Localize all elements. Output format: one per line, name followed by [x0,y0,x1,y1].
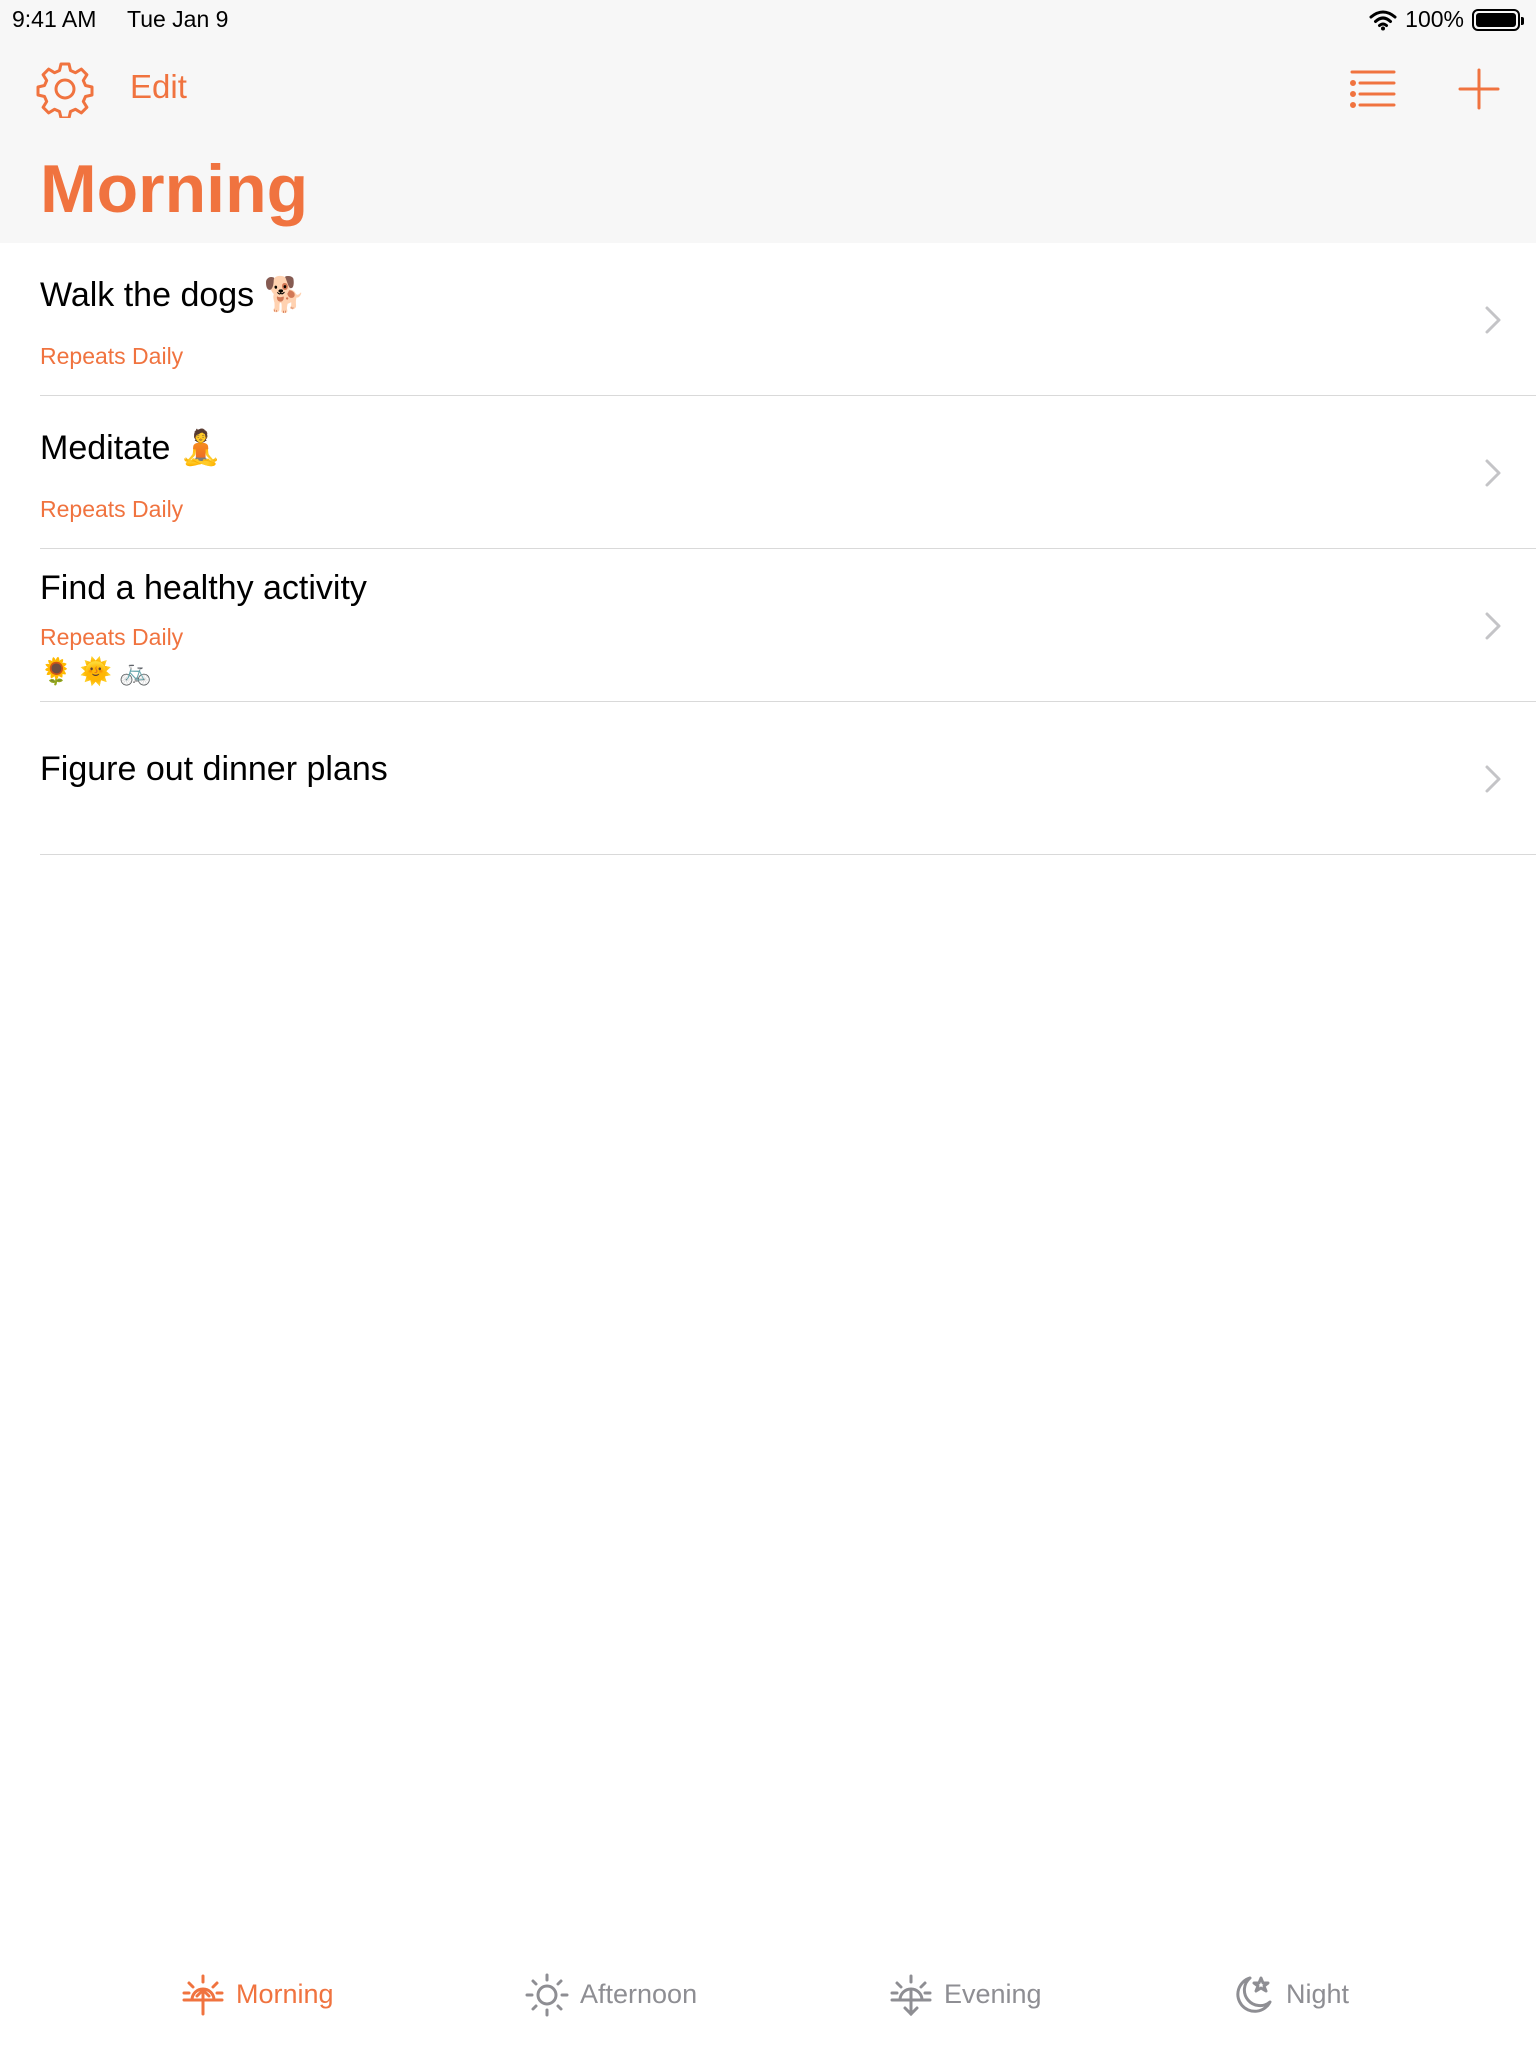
list-item[interactable]: Walk the dogs 🐕 Repeats Daily [40,243,1536,396]
moon-star-icon [1236,1976,1272,2013]
tab-bar: Morning Afternoon Evening Night [0,1948,1536,2048]
list-icon[interactable] [1348,66,1398,112]
tab-afternoon[interactable]: Afternoon [524,1948,697,2048]
plus-icon[interactable] [1454,64,1504,114]
tab-morning[interactable]: Morning [180,1948,334,2048]
tab-label: Afternoon [580,1979,698,2009]
battery-icon [1472,8,1524,31]
edit-button[interactable]: Edit [130,68,187,106]
task-title: Figure out dinner plans [40,750,388,788]
page-title: Morning [40,151,309,227]
status-date: Tue Jan 9 [127,6,229,32]
list-item[interactable]: Meditate 🧘 Repeats Daily [40,396,1536,549]
list-item[interactable]: Find a healthy activity Repeats Daily 🌻 … [40,549,1536,702]
gear-icon[interactable] [36,60,94,118]
sunset-icon [890,1974,932,2017]
chevron-right-icon [1485,612,1501,640]
header-area: 9:41 AM Tue Jan 9 100% Edit Morning [0,0,1536,243]
chevron-right-icon [1485,459,1501,487]
list-item[interactable]: Figure out dinner plans [40,702,1536,855]
status-time: 9:41 AM [12,6,97,32]
sunrise-icon [182,1974,224,2016]
tab-night[interactable]: Night [1230,1948,1349,2048]
tab-label: Evening [944,1979,1042,2009]
task-title: Meditate 🧘 [40,429,223,467]
tab-label: Morning [236,1979,334,2009]
status-bar: 9:41 AM Tue Jan 9 100% [0,0,1536,40]
chevron-right-icon [1485,306,1501,334]
battery-percent: 100% [1405,6,1464,32]
repeat-label: Repeats Daily [40,624,184,650]
chevron-right-icon [1485,765,1501,793]
tab-evening[interactable]: Evening [888,1948,1042,2048]
status-right: 100% [1369,6,1524,33]
sun-icon [525,1973,569,2017]
tab-label: Night [1286,1979,1350,2009]
repeat-label: Repeats Daily [40,496,184,522]
task-title: Find a healthy activity [40,569,367,607]
nav-bar: Edit [0,52,1536,128]
task-title: Walk the dogs 🐕 [40,276,306,314]
task-emojis: 🌻 🌞 🚲 [40,656,152,686]
repeat-label: Repeats Daily [40,343,184,369]
wifi-icon [1369,10,1397,30]
task-list: Walk the dogs 🐕 Repeats Daily Meditate 🧘… [0,243,1536,855]
